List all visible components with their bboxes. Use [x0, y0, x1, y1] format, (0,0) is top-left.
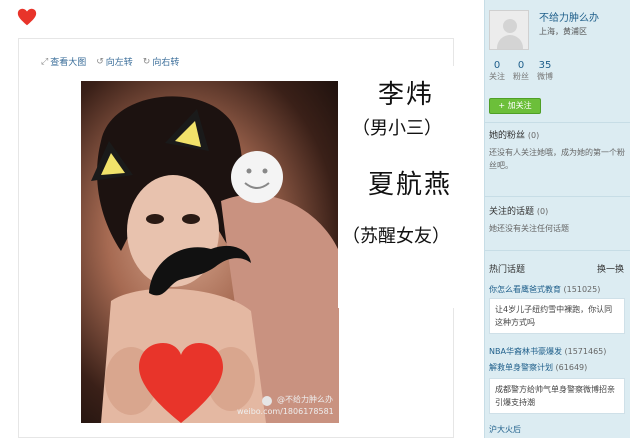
eye-left: [146, 214, 164, 224]
fans-count: (0): [527, 131, 540, 140]
stat-posts[interactable]: 35 微博: [537, 60, 553, 82]
smiley-eye-left: [246, 168, 252, 174]
refresh-topics-link[interactable]: 换一换: [597, 262, 624, 275]
post-photo[interactable]: @不给力肿么办 weibo.com/1806178581: [81, 81, 339, 423]
eye-right: [182, 214, 200, 224]
caption-role-2: （苏醒女友）: [342, 226, 450, 247]
fans-title: 她的粉丝: [489, 131, 526, 141]
profile-stats: 0 关注 0 粉丝 35 微博: [489, 60, 553, 82]
profile-sidebar: 不给力肿么办 上海，黄浦区 0 关注 0 粉丝 35 微博 + 加关注 她的粉丝…: [484, 0, 630, 438]
profile-location: 上海，黄浦区: [539, 27, 587, 36]
avatar-body: [497, 35, 523, 49]
hot-topic-card[interactable]: 成都警方给帅气单身警察微博招亲引爆支持潮: [489, 378, 625, 414]
stat-following-count: 0: [493, 60, 501, 71]
stat-following[interactable]: 0 关注: [489, 60, 505, 82]
caption-role-1: （男小三）: [352, 118, 442, 139]
hot-topic-label: 你怎么看鹰爸式教育: [489, 285, 561, 294]
avatar[interactable]: [489, 10, 529, 50]
view-large-label: 查看大图: [50, 58, 87, 68]
avatar-head: [503, 19, 517, 33]
stat-fans-count: 0: [517, 60, 525, 71]
caption-name-1: 李炜: [378, 80, 435, 110]
fans-empty-text: 还没有人关注她哦，成为她的第一个粉丝吧。: [489, 148, 625, 170]
magnify-icon: ⤢: [41, 56, 49, 67]
smiley-eye-right: [262, 168, 268, 174]
topics-followed-count: (0): [536, 207, 549, 216]
fans-section-title: 她的粉丝 (0): [489, 128, 539, 141]
rotate-left-button[interactable]: ↺ 向左转: [96, 55, 133, 69]
rotate-left-label: 向左转: [105, 58, 133, 68]
stat-posts-count: 35: [538, 60, 552, 71]
watermark-user: @不给力肿么办: [277, 395, 333, 404]
caption-name-2: 夏航燕: [368, 170, 453, 200]
hot-topic-card[interactable]: 让4岁儿子纽约雪中裸跑，你认同这种方式吗: [489, 298, 625, 334]
divider: [485, 250, 630, 251]
caption-panel: 李炜 （男小三） 夏航燕 （苏醒女友）: [338, 66, 472, 308]
stat-fans-label: 粉丝: [513, 72, 529, 81]
hot-topic-link[interactable]: NBA华裔林书豪爆发 (1571465): [489, 346, 606, 357]
rotate-right-button[interactable]: ↻ 向右转: [142, 55, 180, 69]
stat-fans[interactable]: 0 粉丝: [513, 60, 529, 82]
hot-topic-count: (1571465): [564, 347, 607, 356]
hot-topic-label: 沪大火后: [489, 425, 521, 434]
profile-username[interactable]: 不给力肿么办: [539, 9, 599, 24]
divider: [485, 196, 630, 197]
hot-topic-link[interactable]: 沪大火后: [489, 424, 521, 435]
hot-topic-label: 解救单身警察计划: [489, 363, 553, 372]
topics-followed-label: 关注的话题: [489, 207, 535, 217]
rotate-left-icon: ↺: [96, 56, 104, 67]
heart-icon[interactable]: [16, 6, 38, 28]
smiley-face-icon: [231, 151, 283, 203]
stat-posts-label: 微博: [537, 72, 553, 81]
main-content: ⤢ 查看大图 ↺ 向左转 ↻ 向右转 @不给力肿么办 weibo.com/180…: [0, 0, 484, 438]
stat-following-label: 关注: [489, 72, 505, 81]
hot-topic-link[interactable]: 解救单身警察计划 (61649): [489, 362, 587, 373]
hot-topic-link[interactable]: 你怎么看鹰爸式教育 (151025): [489, 284, 600, 295]
divider: [485, 122, 630, 123]
hot-topics-title: 热门话题: [489, 265, 526, 275]
photo-illustration: [91, 96, 339, 423]
hot-topic-label: NBA华裔林书豪爆发: [489, 347, 562, 356]
rotate-right-icon: ↻: [142, 56, 151, 67]
hot-topic-count: (61649): [555, 363, 588, 372]
rotate-right-label: 向右转: [152, 58, 180, 68]
topics-followed-title: 关注的话题 (0): [489, 204, 548, 217]
topics-followed-empty-text: 她还没有关注任何话题: [489, 224, 569, 233]
hot-topic-count: (151025): [563, 285, 601, 294]
weibo-logo-icon: [262, 396, 272, 406]
view-large-button[interactable]: ⤢ 查看大图: [41, 55, 87, 69]
watermark-url: weibo.com/1806178581: [237, 407, 334, 416]
image-toolbar: ⤢ 查看大图 ↺ 向左转 ↻ 向右转: [41, 55, 180, 69]
follow-button[interactable]: + 加关注: [489, 98, 541, 114]
